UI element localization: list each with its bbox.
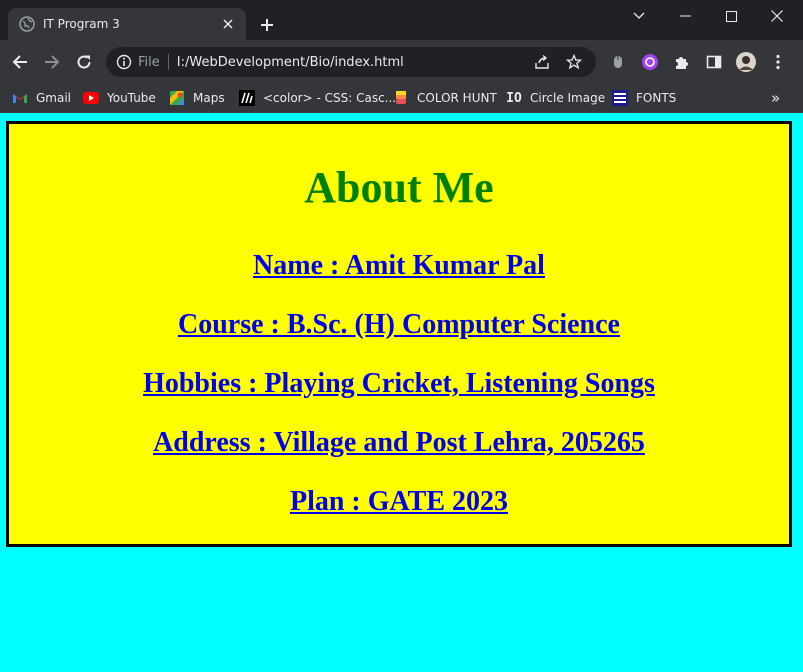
globe-icon [19,16,35,32]
toolbar: File I:/WebDevelopment/Bio/index.html [0,40,803,84]
address-line[interactable]: Address : Village and Post Lehra, 205265 [9,427,789,459]
tab-active[interactable]: IT Program 3 [8,8,246,40]
bookmark-mdn[interactable]: <color> - CSS: Casc... [239,86,396,110]
share-icon[interactable] [532,52,552,72]
close-window-button[interactable] [754,0,800,32]
minimize-button[interactable] [662,0,708,32]
hobbies-link[interactable]: Hobbies : Playing Cricket, Listening Son… [143,368,655,399]
omnibox-divider [167,54,169,70]
course-link[interactable]: Course : B.Sc. (H) Computer Science [178,309,620,340]
youtube-icon [83,90,99,106]
extension-purple-icon[interactable] [640,52,660,72]
bookmark-gmail[interactable]: Gmail [12,86,71,110]
maximize-button[interactable] [708,0,754,32]
reload-button[interactable] [70,48,98,76]
bookmark-label: Maps [193,91,225,105]
bookmark-label: COLOR HUNT [417,91,497,105]
gmail-icon [12,90,28,106]
colorhunt-icon [393,90,409,106]
about-box: About Me Name : Amit Kumar Pal Course : … [6,121,792,547]
forward-button[interactable] [38,48,66,76]
bookmark-star-icon[interactable] [564,52,584,72]
bookmark-label: YouTube [107,91,156,105]
bookmark-label: Gmail [36,91,72,105]
bookmark-colorhunt[interactable]: COLOR HUNT [393,86,497,110]
bookmark-youtube[interactable]: YouTube [83,86,156,110]
bookmark-maps[interactable]: Maps [169,86,225,110]
tab-strip: IT Program 3 [0,0,803,40]
close-tab-icon[interactable] [218,14,238,34]
browser-window: IT Program 3 File I:/WebDevelopment/Bio/… [0,0,803,672]
hobbies-line[interactable]: Hobbies : Playing Cricket, Listening Son… [9,368,789,400]
io-icon: IO [506,90,522,106]
bookmark-label: FONTS [636,91,677,105]
profile-avatar[interactable] [736,52,756,72]
url-text[interactable]: I:/WebDevelopment/Bio/index.html [177,55,532,70]
page-viewport: About Me Name : Amit Kumar Pal Course : … [0,113,803,672]
bookmarks-overflow-button[interactable]: » [771,86,780,110]
extension-mouse-icon[interactable] [608,52,628,72]
tab-search-icon[interactable] [616,0,662,32]
bookmark-label: Circle Image [530,91,606,105]
mdn-icon [239,90,255,106]
page-title: About Me [304,163,494,212]
bookmark-label: <color> - CSS: Casc... [263,91,397,105]
plan-line[interactable]: Plan : GATE 2023 [9,486,789,518]
plan-link[interactable]: Plan : GATE 2023 [290,486,508,517]
info-icon[interactable] [116,54,132,70]
name-line[interactable]: Name : Amit Kumar Pal [9,250,789,282]
maps-icon [169,90,185,106]
side-panel-icon[interactable] [704,52,724,72]
bookmark-fonts[interactable]: FONTS [612,86,676,110]
address-bar[interactable]: File I:/WebDevelopment/Bio/index.html [106,47,596,77]
back-button[interactable] [6,48,34,76]
bookmarks-bar: Gmail YouTube Maps <color> - CSS: Casc..… [0,84,803,113]
tab-title: IT Program 3 [43,17,120,31]
extensions-puzzle-icon[interactable] [672,52,692,72]
dafont-icon [612,90,628,106]
course-line[interactable]: Course : B.Sc. (H) Computer Science [9,309,789,341]
address-link[interactable]: Address : Village and Post Lehra, 205265 [153,427,645,458]
menu-kebab-icon[interactable] [768,52,788,72]
new-tab-button[interactable] [256,14,278,36]
name-link[interactable]: Name : Amit Kumar Pal [253,250,545,281]
bookmark-circle-image[interactable]: IO Circle Image [506,86,605,110]
scheme-label: File [138,54,160,70]
